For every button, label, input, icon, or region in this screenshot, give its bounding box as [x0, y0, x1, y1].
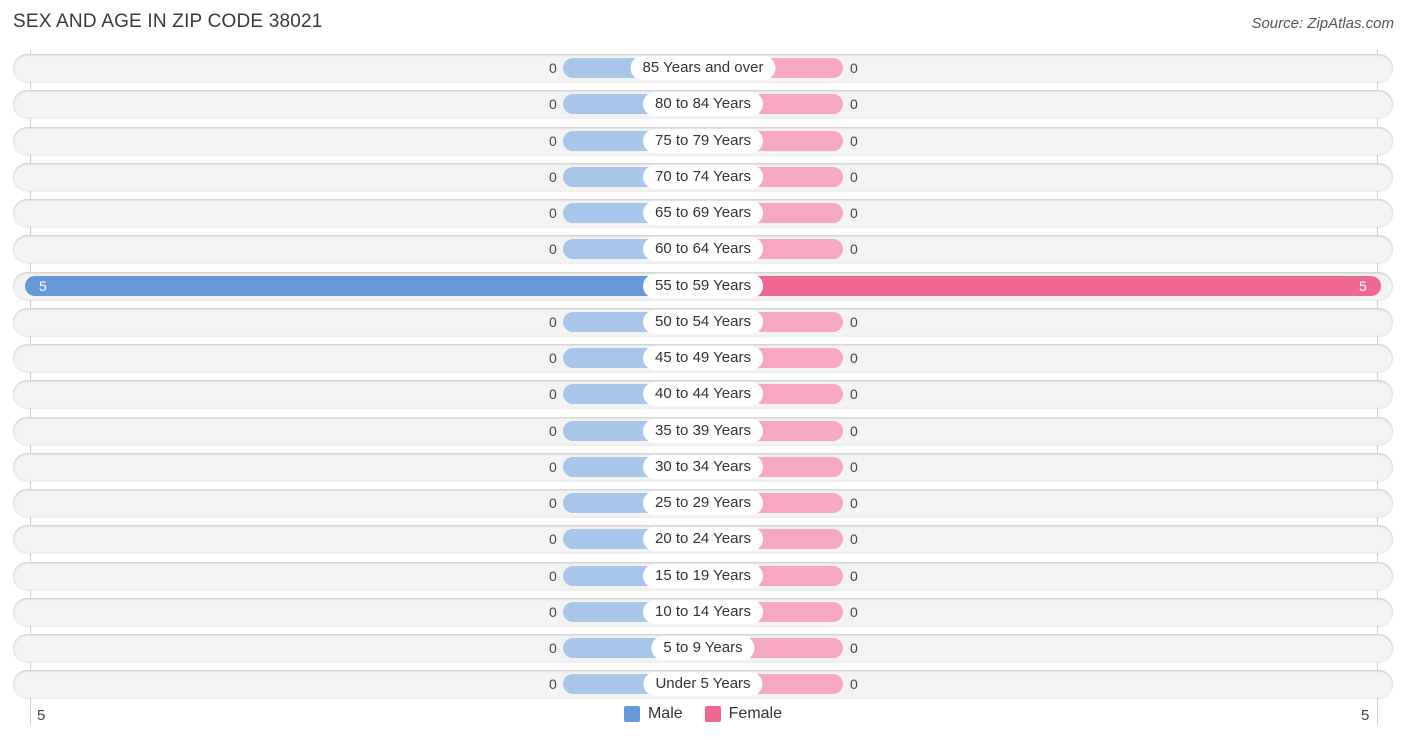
category-label: 25 to 29 Years: [643, 491, 763, 515]
value-female: 0: [850, 676, 858, 693]
value-male: 0: [549, 96, 557, 113]
category-label: 50 to 54 Years: [643, 309, 763, 334]
legend-item-male[interactable]: Male: [623, 705, 683, 723]
category-label: 20 to 24 Years: [643, 527, 763, 552]
legend-label-female: Female: [728, 705, 783, 722]
legend: Male Female: [0, 705, 1406, 723]
legend-swatch-male: [623, 706, 640, 722]
value-male: 0: [549, 531, 557, 548]
bar-male[interactable]: [25, 275, 703, 296]
value-male: 0: [549, 386, 557, 403]
category-label: 45 to 49 Years: [643, 346, 763, 370]
value-male: 0: [549, 205, 557, 221]
category-label: 15 to 19 Years: [643, 563, 763, 588]
value-female: 5: [1359, 277, 1367, 294]
value-female: 0: [850, 60, 858, 76]
category-label: 55 to 59 Years: [643, 273, 763, 298]
category-label: 10 to 14 Years: [643, 599, 763, 624]
value-male: 0: [549, 350, 557, 366]
value-female: 0: [850, 168, 858, 185]
category-label: 60 to 64 Years: [643, 237, 763, 262]
value-female: 0: [850, 350, 858, 366]
value-female: 0: [850, 96, 858, 113]
category-label: 5 to 9 Years: [651, 636, 755, 660]
value-female: 0: [850, 386, 858, 403]
value-female: 0: [850, 241, 858, 258]
value-male: 0: [549, 132, 557, 149]
value-male: 0: [549, 567, 557, 584]
legend-item-female[interactable]: Female: [704, 705, 783, 723]
value-female: 0: [850, 458, 858, 475]
value-female: 0: [850, 567, 858, 584]
value-female: 0: [850, 531, 858, 548]
value-female: 0: [850, 603, 858, 620]
category-label: 75 to 79 Years: [643, 128, 763, 153]
value-male: 0: [549, 495, 557, 511]
value-male: 0: [549, 168, 557, 185]
value-female: 0: [850, 495, 858, 511]
category-label: 80 to 84 Years: [643, 92, 763, 117]
value-male: 0: [549, 241, 557, 258]
bar-female[interactable]: [703, 275, 1381, 296]
category-label: Under 5 Years: [643, 672, 763, 697]
legend-label-male: Male: [647, 705, 683, 722]
category-label: 85 Years and over: [630, 56, 776, 80]
value-female: 0: [850, 422, 858, 439]
value-female: 0: [850, 640, 858, 656]
value-male: 0: [549, 603, 557, 620]
population-pyramid-chart: 0 0 85 Years and over 0 0 80 to 84 Years 0 0 75 …: [0, 0, 1406, 740]
value-male: 0: [549, 313, 557, 330]
value-female: 0: [850, 132, 858, 149]
value-male: 0: [549, 640, 557, 656]
category-label: 30 to 34 Years: [643, 454, 763, 479]
value-male: 0: [549, 676, 557, 693]
value-male: 0: [549, 422, 557, 439]
value-male: 5: [39, 277, 47, 294]
category-label: 65 to 69 Years: [643, 201, 763, 225]
value-male: 0: [549, 60, 557, 76]
category-label: 40 to 44 Years: [643, 382, 763, 407]
value-female: 0: [850, 205, 858, 221]
legend-swatch-female: [704, 706, 721, 722]
value-female: 0: [850, 313, 858, 330]
category-label: 35 to 39 Years: [643, 418, 763, 443]
value-male: 0: [549, 458, 557, 475]
category-label: 70 to 74 Years: [643, 164, 763, 189]
